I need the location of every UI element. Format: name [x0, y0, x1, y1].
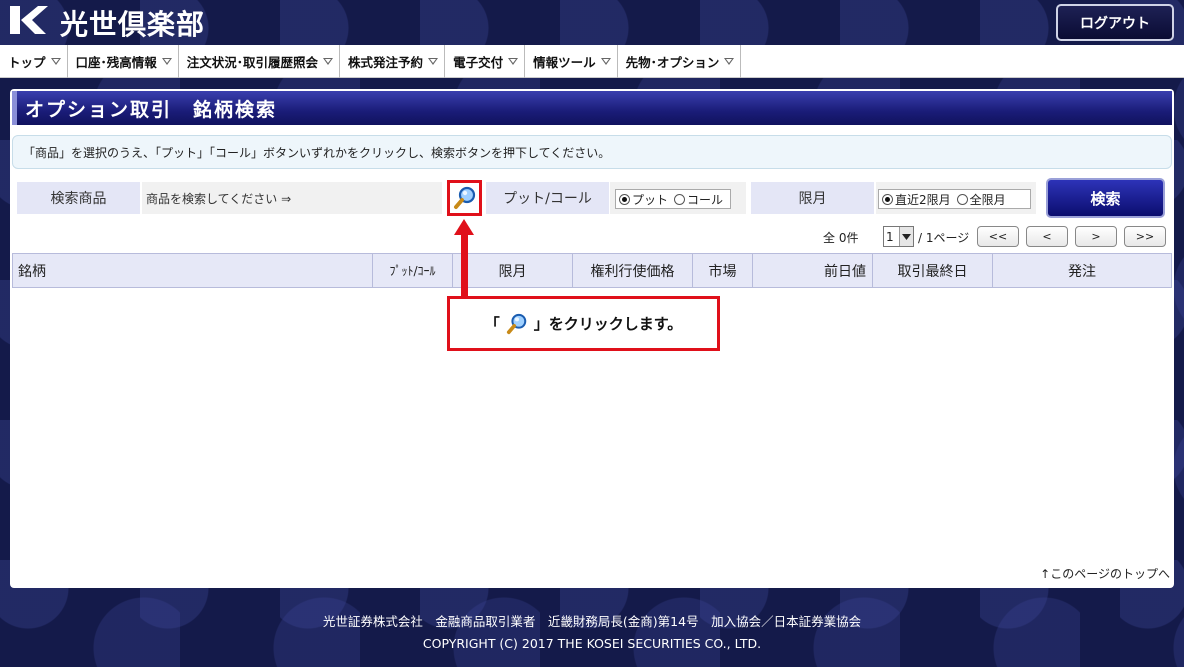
page-title: オプション取引 銘柄検索 [12, 91, 1172, 125]
col-header-strike: 権利行使価格 [573, 254, 693, 287]
instruction-text: 「商品」を選択のうえ、「プット」「コール」ボタンいずれかをクリックし、検索ボタン… [23, 145, 611, 160]
col-header-order: 発注 [1068, 263, 1096, 280]
page-total: / 1ページ [918, 230, 970, 245]
nav-item-top[interactable]: トップ [0, 45, 68, 78]
product-field[interactable]: 商品を検索してください ⇒ [142, 182, 442, 214]
radio-checked-icon [619, 193, 630, 205]
col-header-last-trade: 取引最終日 [873, 254, 993, 287]
product-label: 検索商品 [17, 182, 140, 214]
site-title: 光世倶楽部 [60, 8, 206, 41]
magnifier-icon [506, 313, 527, 334]
col-header-symbol: 銘柄 [13, 254, 373, 287]
chevron-down-icon [428, 58, 439, 65]
page-select[interactable]: 1 [883, 226, 914, 247]
chevron-down-icon [50, 58, 61, 65]
chevron-down-icon [899, 227, 913, 246]
col-header-month: 限月 [453, 254, 573, 287]
col-header-market: 市場 [693, 254, 753, 287]
nav-item-edelivery[interactable]: 電子交付 [445, 45, 526, 78]
nav-item-orders[interactable]: 注文状況･取引履歴照会 [179, 45, 341, 78]
month-recent-radio[interactable]: 直近2限月 [882, 191, 951, 208]
last-page-button[interactable]: >> [1124, 226, 1166, 247]
chevron-down-icon [508, 58, 519, 65]
nav-item-reservation[interactable]: 株式発注予約 [340, 45, 446, 78]
radio-checked-icon [882, 193, 893, 205]
nav-item-account[interactable]: 口座･残高情報 [68, 45, 179, 78]
result-count: 全 0件 [823, 230, 859, 245]
month-label: 限月 [751, 182, 874, 214]
call-radio[interactable]: コール [674, 191, 723, 208]
col-header-putcall: ﾌﾟｯﾄ/ｺｰﾙ [373, 254, 453, 287]
main-nav: トップ 口座･残高情報 注文状況･取引履歴照会 株式発注予約 電子交付 情報ツー… [0, 45, 1184, 78]
annotation-callout: 「 」をクリックします。 [447, 296, 720, 351]
prev-page-button[interactable]: < [1026, 226, 1068, 247]
product-search-button[interactable] [447, 180, 482, 216]
radio-unchecked-icon [674, 193, 686, 205]
putcall-radio-group: プット コール [615, 189, 731, 209]
nav-item-futures-options[interactable]: 先物･オプション [618, 45, 742, 78]
put-radio[interactable]: プット [619, 191, 668, 208]
footer-copyright: COPYRIGHT (C) 2017 THE KOSEI SECURITIES … [422, 636, 762, 651]
site-header: 光世倶楽部 ログアウト [0, 0, 1184, 44]
chevron-down-icon [724, 58, 735, 65]
col-header-prev-close: 前日値 [753, 254, 873, 287]
next-page-button[interactable]: > [1075, 226, 1117, 247]
month-radio-group: 直近2限月 全限月 [878, 189, 1031, 209]
footer-company-line: 光世証券株式会社 金融商品取引業者 近畿財務局長(金商)第14号 加入協会／日本… [322, 614, 862, 629]
magnifier-icon [453, 186, 475, 209]
kosei-logo-icon[interactable] [8, 4, 48, 36]
month-all-radio[interactable]: 全限月 [956, 191, 1006, 208]
site-footer: 光世証券株式会社 金融商品取引業者 近畿財務局長(金商)第14号 加入協会／日本… [0, 611, 1184, 655]
page-top-link[interactable]: ↑このページのトップへ [1040, 565, 1170, 582]
putcall-label: プット/コール [486, 182, 609, 214]
chevron-down-icon [161, 58, 172, 65]
instruction-bar: 「商品」を選択のうえ、「プット」「コール」ボタンいずれかをクリックし、検索ボタン… [12, 135, 1172, 169]
chevron-down-icon [323, 58, 334, 65]
radio-unchecked-icon [956, 193, 968, 205]
results-table-header: 銘柄 ﾌﾟｯﾄ/ｺｰﾙ 限月 権利行使価格 市場 前日値 取引最終日 発注 [12, 253, 1172, 288]
annotation-arrow [461, 233, 468, 296]
search-button[interactable]: 検索 [1046, 178, 1165, 218]
first-page-button[interactable]: << [977, 226, 1019, 247]
logout-button[interactable]: ログアウト [1056, 4, 1174, 41]
nav-item-tools[interactable]: 情報ツール [525, 45, 618, 78]
chevron-down-icon [600, 58, 611, 65]
